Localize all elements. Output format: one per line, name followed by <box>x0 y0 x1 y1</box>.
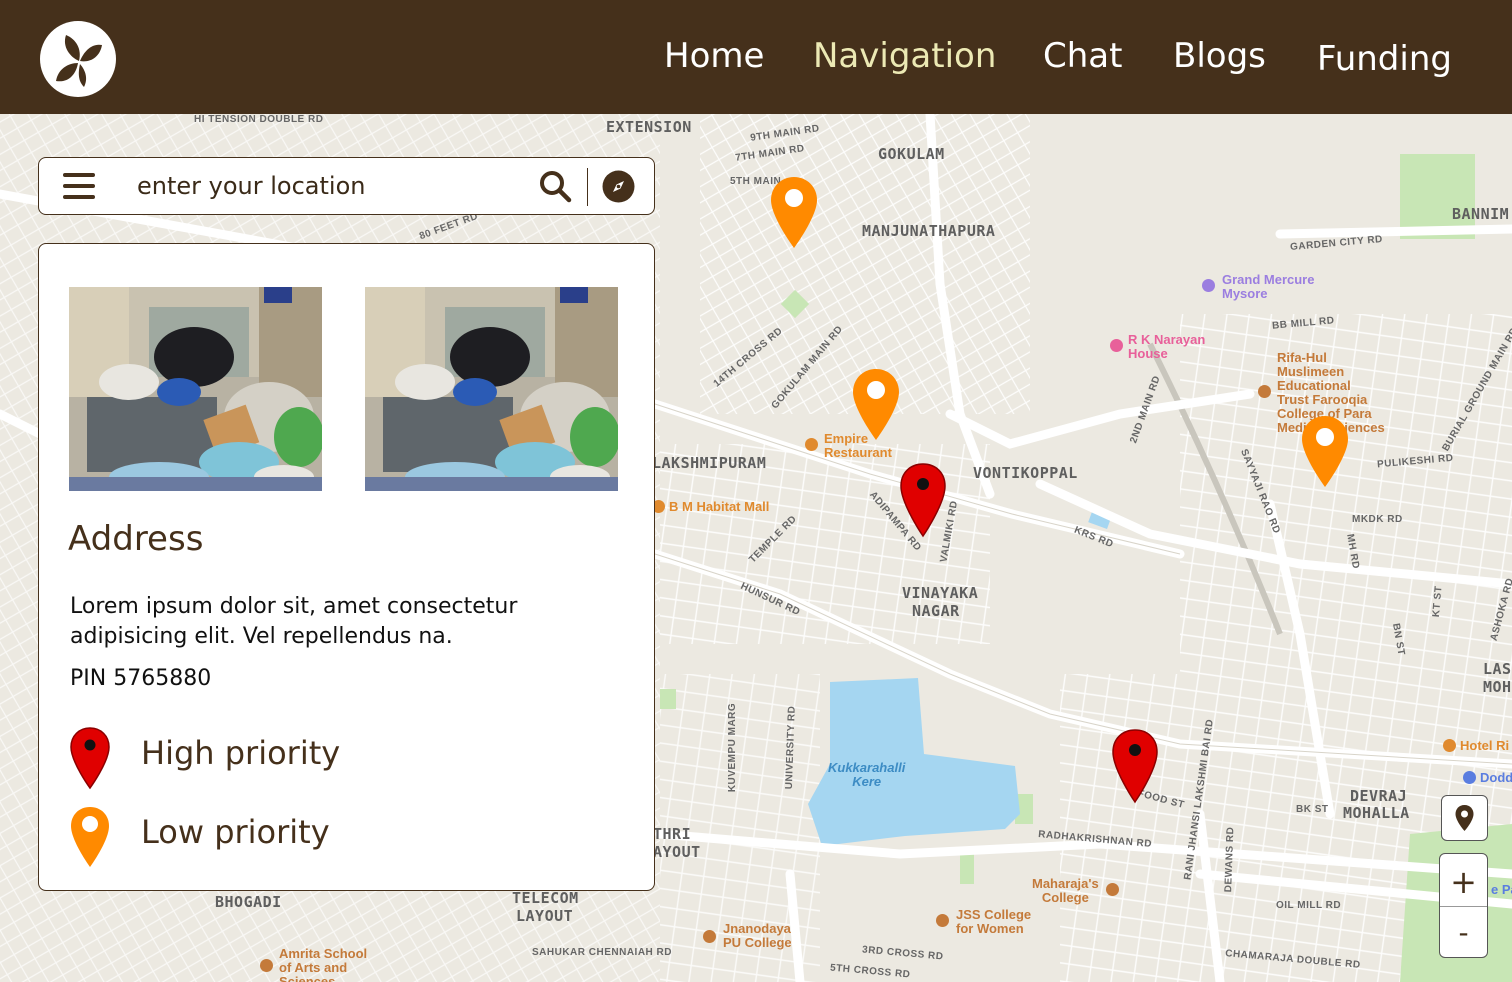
low-priority-marker[interactable] <box>1300 414 1350 489</box>
poi-maharajas-college[interactable]: Maharaja's College <box>1032 877 1119 905</box>
nav-home-link[interactable]: Home <box>664 36 764 76</box>
my-location-button[interactable] <box>1441 795 1488 841</box>
pin-code: PIN 5765880 <box>70 666 212 691</box>
lake-label: Kukkarahalli Kere <box>828 760 906 789</box>
hotel-icon <box>1443 739 1456 752</box>
high-priority-marker-icon <box>70 727 110 790</box>
garbage-photo[interactable] <box>69 287 322 491</box>
road-label: HI TENSION DOUBLE RD <box>194 114 324 125</box>
zoom-controls: + - <box>1439 853 1488 958</box>
location-search-bar <box>38 157 655 215</box>
hotel-icon <box>1202 279 1215 292</box>
nav-funding-link[interactable]: Funding <box>1317 39 1452 79</box>
area-label: BANNIM <box>1452 205 1510 223</box>
landmark-icon <box>1463 771 1476 784</box>
low-priority-marker-icon <box>71 807 109 867</box>
area-label: THRI <box>653 825 692 843</box>
location-info-panel: Address Lorem ipsum dolor sit, amet cons… <box>38 243 655 891</box>
poi-bm-habitat-mall[interactable]: B M Habitat Mall <box>652 500 769 514</box>
legend-label: Low priority <box>141 813 330 851</box>
area-label: LAS <box>1483 660 1512 678</box>
road-label: OIL MILL RD <box>1276 900 1342 911</box>
poi-jss-college[interactable]: JSS College for Women <box>936 908 1031 936</box>
area-label: BHOGADI <box>215 893 282 911</box>
area-label: TELECOM <box>512 889 579 907</box>
restaurant-icon <box>805 438 818 451</box>
nav-navigation-link[interactable]: Navigation <box>813 36 996 76</box>
school-icon <box>936 914 949 927</box>
leaf-logo-icon[interactable] <box>40 21 116 97</box>
address-description: Lorem ipsum dolor sit, amet consectetur … <box>70 594 518 649</box>
address-heading: Address <box>68 519 204 559</box>
garbage-photo[interactable] <box>365 287 618 491</box>
school-icon <box>1258 385 1271 398</box>
school-icon <box>703 930 716 943</box>
poi-grand-mercure[interactable]: Grand Mercure Mysore <box>1202 273 1314 301</box>
area-label: AYOUT <box>653 843 701 861</box>
road-label: MKDK RD <box>1352 514 1403 525</box>
poi-jnanodaya-college[interactable]: Jnanodaya PU College <box>703 922 792 950</box>
location-pin-icon <box>1455 805 1474 831</box>
low-priority-marker[interactable] <box>851 367 901 442</box>
area-label: VINAYAKA <box>902 584 979 602</box>
nav-chat-link[interactable]: Chat <box>1043 36 1122 76</box>
high-priority-marker[interactable] <box>1111 728 1159 804</box>
zoom-in-button[interactable]: + <box>1440 854 1487 906</box>
road-label: BK ST <box>1296 804 1329 815</box>
road-label: SAHUKAR CHENNAIAH RD <box>532 947 672 958</box>
zoom-out-button[interactable]: - <box>1440 906 1487 958</box>
museum-icon <box>1110 339 1123 352</box>
search-divider <box>587 168 588 206</box>
area-label: MANJUNATHAPURA <box>862 222 996 240</box>
area-label: LAYOUT <box>516 907 574 925</box>
area-label: MOH <box>1483 678 1512 696</box>
top-nav-bar: Home Navigation Chat Blogs Funding <box>0 0 1512 114</box>
legend-low-priority: Low priority <box>69 805 330 873</box>
nav-blogs-link[interactable]: Blogs <box>1173 36 1266 76</box>
school-icon <box>260 959 273 972</box>
high-priority-marker[interactable] <box>899 462 947 538</box>
poi-dodd[interactable]: Dodd <box>1463 771 1512 785</box>
search-icon[interactable] <box>538 169 572 203</box>
school-icon <box>1106 883 1119 896</box>
poi-amrita-school[interactable]: Amrita School of Arts and Sciences <box>260 947 367 982</box>
area-label: VONTIKOPPAL <box>973 464 1078 482</box>
legend-high-priority: High priority <box>69 726 340 794</box>
area-label: DEVRAJ <box>1350 787 1408 805</box>
legend-label: High priority <box>141 734 341 772</box>
area-label: LAKSHMIPURAM <box>652 454 767 472</box>
area-label: NAGAR <box>912 602 960 620</box>
road-label: DEWANS RD <box>1223 826 1237 893</box>
road-label: KUVEMPU MARG <box>727 702 739 793</box>
menu-icon[interactable] <box>63 173 95 201</box>
compass-icon[interactable] <box>602 170 635 203</box>
low-priority-marker[interactable] <box>769 175 819 250</box>
area-label: MOHALLA <box>1343 804 1410 822</box>
location-search-input[interactable] <box>137 168 517 204</box>
poi-rk-narayan-house[interactable]: R K Narayan House <box>1110 333 1205 361</box>
area-label: GOKULAM <box>878 145 945 163</box>
area-label: EXTENSION <box>606 118 692 136</box>
poi-park[interactable]: e Pa <box>1491 883 1512 897</box>
poi-hotel[interactable]: Hotel Ri <box>1443 739 1509 753</box>
